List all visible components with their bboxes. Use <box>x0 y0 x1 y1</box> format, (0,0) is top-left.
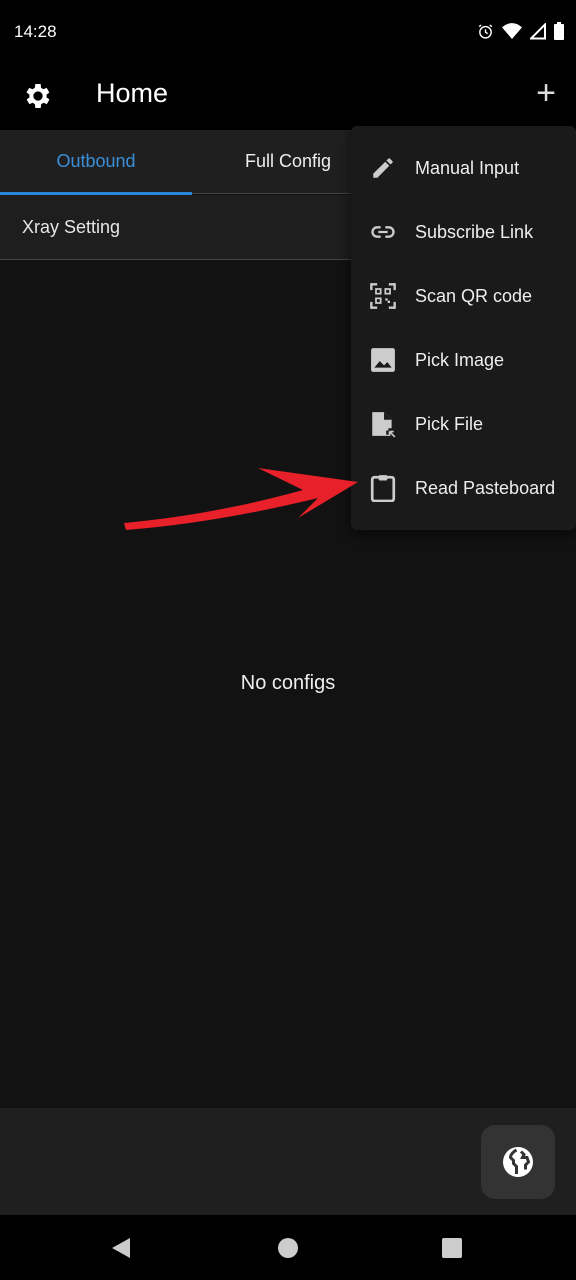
add-button[interactable]: + <box>536 74 556 113</box>
recents-icon[interactable] <box>442 1238 462 1258</box>
menu-item-label: Read Pasteboard <box>415 477 556 498</box>
status-bar: 14:28 <box>0 0 576 64</box>
menu-item-manual-input[interactable]: Manual Input <box>351 136 576 200</box>
battery-icon <box>554 22 564 40</box>
menu-item-pick-file[interactable]: Pick File <box>351 392 576 456</box>
menu-item-subscribe-link[interactable]: Subscribe Link <box>351 200 576 264</box>
settings-gear-icon[interactable] <box>22 80 54 112</box>
system-nav-bar <box>0 1215 576 1280</box>
tab-outbound[interactable]: Outbound <box>0 130 192 195</box>
file-icon <box>369 410 397 438</box>
menu-item-pick-image[interactable]: Pick Image <box>351 328 576 392</box>
menu-item-label: Manual Input <box>415 157 520 178</box>
annotation-arrow-icon <box>124 468 358 530</box>
home-icon[interactable] <box>277 1237 299 1259</box>
alarm-icon <box>478 24 493 39</box>
signal-icon <box>530 22 546 39</box>
clipboard-icon <box>369 474 397 502</box>
qr-scan-icon <box>369 282 397 310</box>
menu-item-read-pasteboard[interactable]: Read Pasteboard <box>351 456 576 520</box>
image-icon <box>369 346 397 374</box>
link-icon <box>369 218 397 246</box>
menu-item-label: Pick Image <box>415 349 505 370</box>
menu-item-label: Subscribe Link <box>415 221 534 242</box>
empty-state-text: No configs <box>240 672 336 694</box>
menu-item-label: Scan QR code <box>415 285 533 306</box>
wifi-icon <box>502 22 522 39</box>
add-config-menu: Manual Input Subscribe Link Scan QR code… <box>351 126 576 530</box>
app-bar: Home + <box>0 64 576 130</box>
back-icon[interactable] <box>110 1236 132 1260</box>
page-title: Home <box>96 78 169 108</box>
menu-item-scan-qr[interactable]: Scan QR code <box>351 264 576 328</box>
pencil-icon <box>369 154 397 182</box>
globe-icon <box>503 1147 533 1177</box>
connect-fab[interactable] <box>481 1125 555 1199</box>
status-time: 14:28 <box>14 22 57 41</box>
menu-item-label: Pick File <box>415 413 484 434</box>
